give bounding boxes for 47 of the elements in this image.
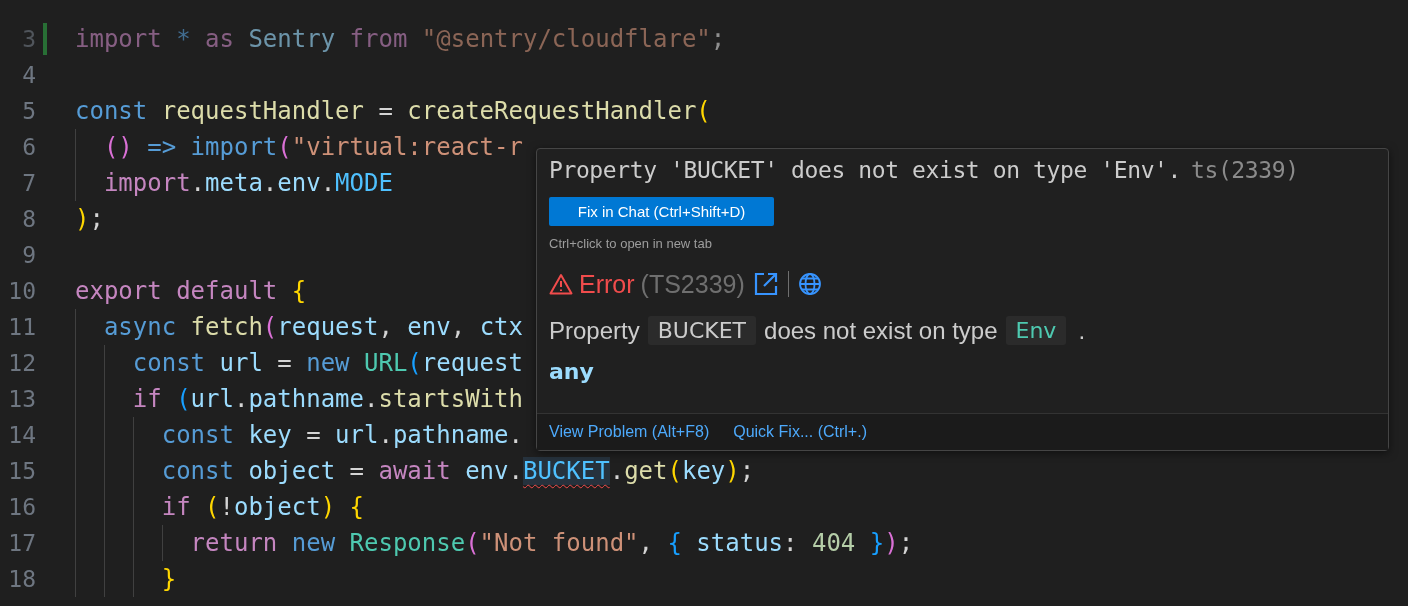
line-number: 17 bbox=[7, 529, 36, 558]
error-code: (TS2339) bbox=[640, 269, 745, 299]
line-number: 7 bbox=[21, 169, 36, 198]
line-number: 18 bbox=[7, 565, 36, 594]
code-line: const url = new URL(request bbox=[131, 349, 523, 377]
line-number: 4 bbox=[21, 61, 36, 90]
external-link-icon[interactable] bbox=[752, 271, 779, 297]
line-number: 10 bbox=[7, 277, 36, 306]
line-number: 5 bbox=[21, 97, 36, 126]
hint-text: Ctrl+click to open in new tab bbox=[549, 236, 713, 251]
error-source: ts(2339) bbox=[1191, 157, 1299, 183]
line-number: 6 bbox=[21, 133, 36, 162]
line-number: 9 bbox=[21, 241, 36, 270]
severity-label: Error bbox=[579, 269, 635, 299]
line-number: 8 bbox=[21, 205, 36, 234]
line-number: 13 bbox=[7, 385, 36, 414]
code-line: async fetch(request, env, ctx bbox=[102, 313, 523, 341]
warning-icon bbox=[549, 273, 573, 295]
property-code: BUCKET bbox=[647, 316, 757, 345]
code-line: import.meta.env.MODE bbox=[102, 169, 393, 197]
code-line: ); bbox=[75, 205, 104, 233]
code-line: const object = await env.BUCKET.get(key); bbox=[160, 457, 755, 485]
message-text: does not exist on type bbox=[764, 316, 998, 345]
message-text: Property bbox=[549, 316, 640, 345]
action-link[interactable]: View Problem (Alt+F8) bbox=[549, 423, 710, 441]
action-link[interactable]: Quick Fix... (Ctrl+.) bbox=[733, 423, 867, 441]
error-title: Property 'BUCKET' does not exist on type 'Env'. bbox=[549, 157, 1182, 183]
code-line: if (!object) { bbox=[160, 493, 364, 521]
code-line: } bbox=[160, 565, 177, 593]
line-number: 16 bbox=[7, 493, 36, 522]
code-line: if (url.pathname.startsWith bbox=[131, 385, 523, 413]
globe-icon[interactable] bbox=[797, 272, 822, 296]
code-line: import * as Sentry from "@sentry/cloudflare"; bbox=[75, 25, 726, 53]
line-number: 3 bbox=[21, 25, 36, 54]
message-text: . bbox=[1078, 316, 1086, 345]
code-line: const requestHandler = createRequestHandler( bbox=[75, 97, 711, 125]
fix-in-chat-button[interactable]: Fix in Chat (Ctrl+Shift+D) bbox=[549, 197, 774, 226]
code-line: const key = url.pathname. bbox=[160, 421, 523, 449]
type-text: any bbox=[549, 359, 595, 384]
type-code: Env bbox=[1005, 316, 1067, 345]
code-line: export default { bbox=[75, 277, 307, 305]
line-number: 14 bbox=[7, 421, 36, 450]
code-line: return new Response("Not found", { status: 404 }); bbox=[189, 529, 914, 557]
line-number: 11 bbox=[7, 313, 36, 342]
line-number: 12 bbox=[7, 349, 36, 378]
line-number: 15 bbox=[7, 457, 36, 486]
code-line: () => import("virtual:react-r bbox=[102, 133, 523, 161]
